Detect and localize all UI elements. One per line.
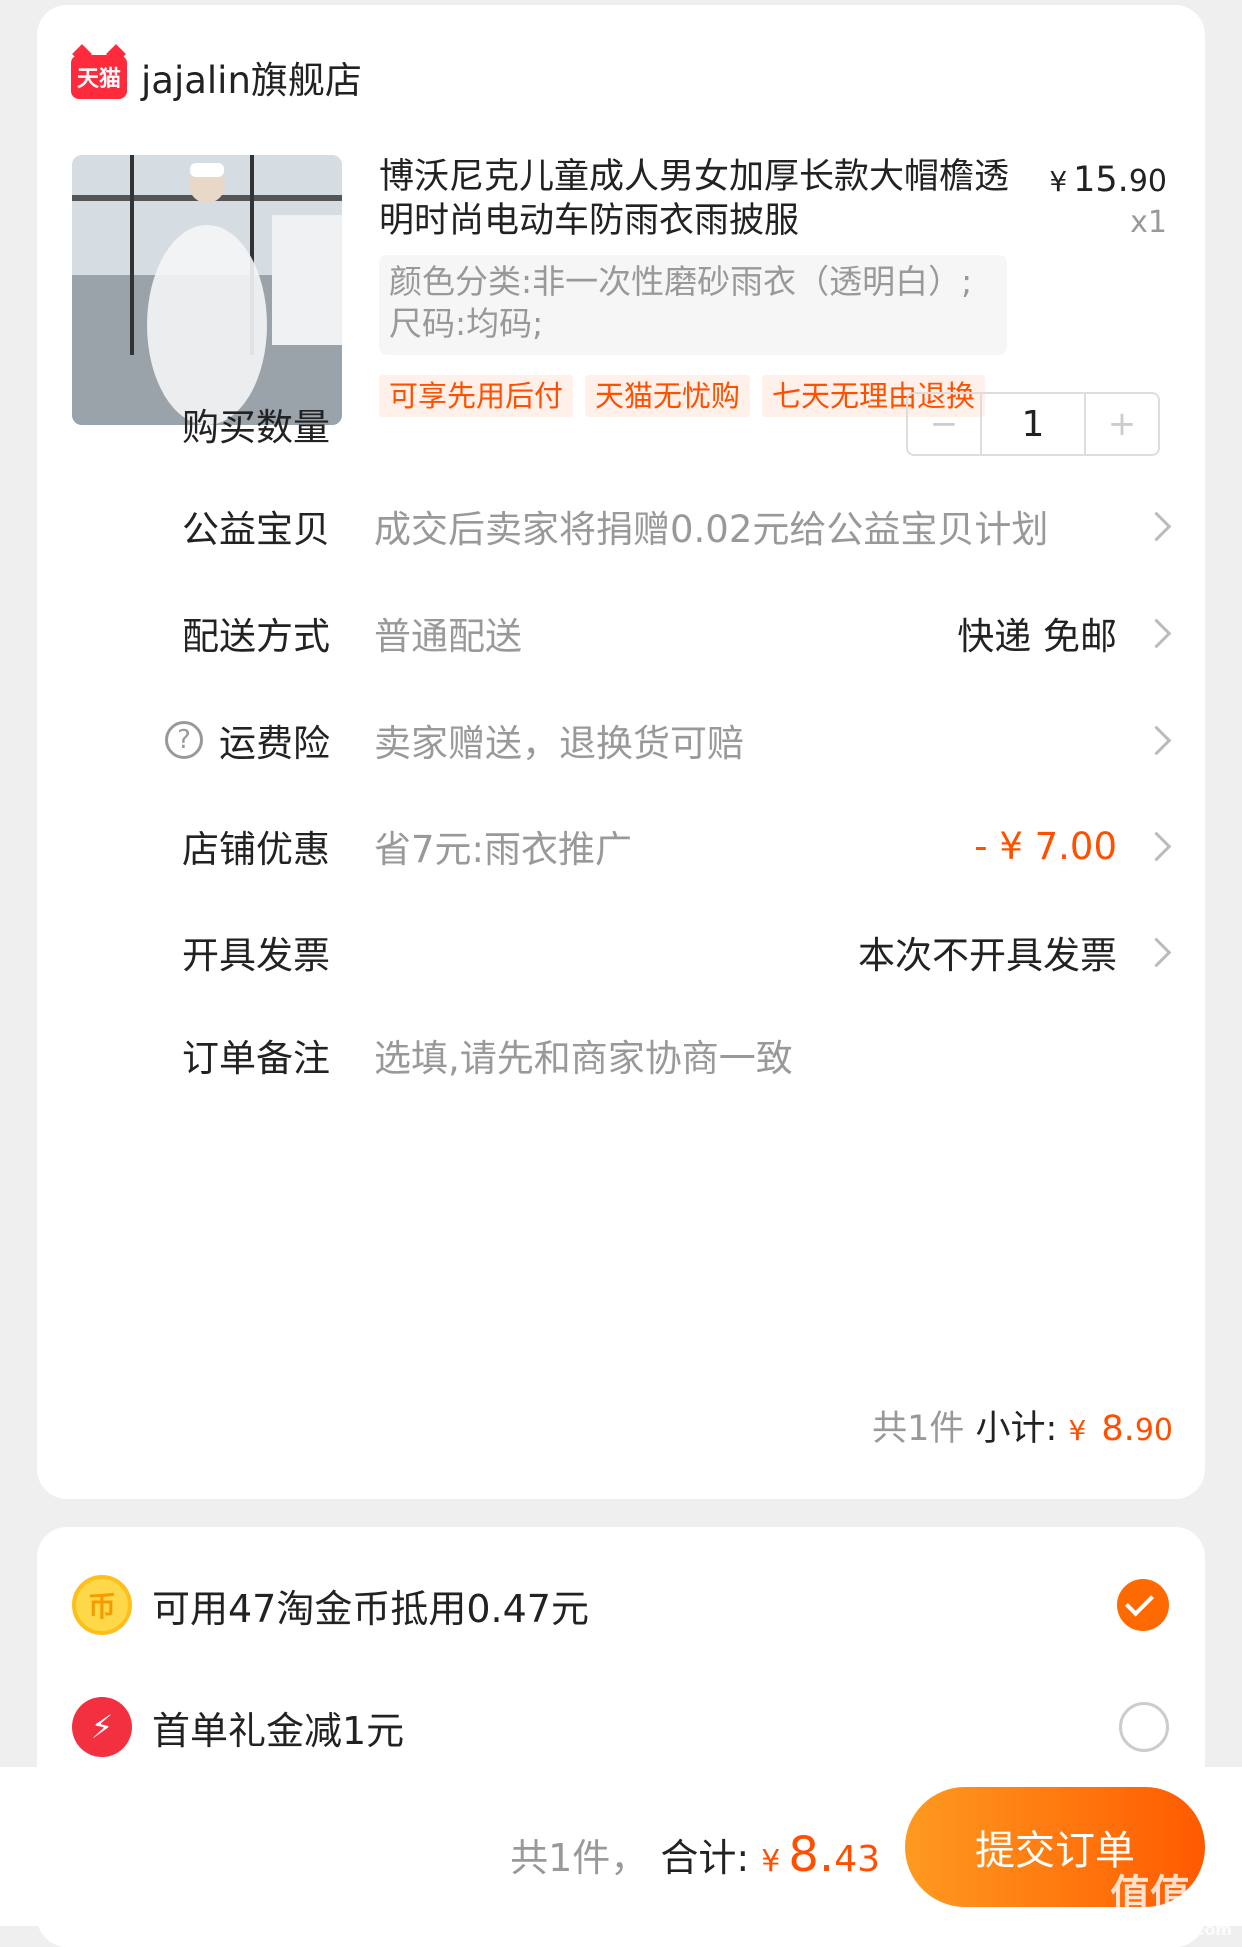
delivery-label: 配送方式 [182, 615, 330, 658]
order-note-label: 订单备注 [182, 1037, 330, 1080]
invoice-label: 开具发票 [182, 934, 330, 977]
watermark: 值值值 zhizhizhi.com [1110, 1862, 1232, 1939]
tmall-badge-text: 天猫 [76, 67, 121, 92]
quantity-value[interactable]: 1 [980, 394, 1086, 454]
insurance-desc: 卖家赠送，退换货可赔 [374, 722, 744, 765]
chevron-right-icon [1141, 511, 1172, 541]
chevron-right-icon [1141, 831, 1172, 861]
watermark-text: 值值值 [1110, 1872, 1231, 1918]
delivery-value: 快递 免邮 [957, 615, 1117, 658]
price-currency: ¥ [1049, 165, 1068, 198]
question-mark-icon[interactable]: ? [165, 721, 203, 759]
footer-int: 8. [788, 1827, 835, 1883]
charity-desc: 成交后卖家将捐赠0.02元给公益宝贝计划 [374, 508, 1049, 551]
subtotal-currency: ¥ [1068, 1414, 1087, 1447]
product-image[interactable] [72, 155, 342, 425]
insurance-row[interactable]: ? 运费险 卖家赠送，退换货可赔 [37, 705, 1205, 775]
checkbox-unchecked-icon[interactable] [1119, 1702, 1169, 1752]
product-price: ¥15.90 [1049, 160, 1167, 200]
footer-total: 共1件， 合计: ¥8.43 [510, 1827, 880, 1883]
chevron-right-icon [1141, 725, 1172, 755]
charity-row[interactable]: 公益宝贝 成交后卖家将捐赠0.02元给公益宝贝计划 [37, 491, 1205, 561]
delivery-row[interactable]: 配送方式 普通配送 快递 免邮 [37, 598, 1205, 668]
footer-total-amount: ¥8.43 [761, 1827, 880, 1883]
order-note-input[interactable]: 选填,请先和商家协商一致 [374, 1028, 793, 1082]
checkout-footer: 共1件， 合计: ¥8.43 提交订单 值值值 zhizhizhi.com [0, 1767, 1242, 1939]
coins-label: 可用47淘金币抵用0.47元 [152, 1586, 589, 1631]
price-int: 15. [1073, 160, 1129, 200]
store-name[interactable]: jajalin旗舰店 [141, 50, 362, 104]
chevron-right-icon [1141, 937, 1172, 967]
quantity-plus-button[interactable]: + [1086, 394, 1158, 454]
coins-option[interactable]: 币 可用47淘金币抵用0.47元 [37, 1565, 1205, 1645]
store-discount-label: 店铺优惠 [182, 828, 330, 871]
quantity-row: 购买数量 − 1 + [37, 389, 1205, 459]
watermark-sub: zhizhizhi.com [1110, 1920, 1232, 1939]
tmall-logo-icon: 天猫 [71, 55, 127, 99]
product-title[interactable]: 博沃尼克儿童成人男女加厚长款大帽檐透明时尚电动车防雨衣雨披服 [379, 155, 1019, 243]
subtotal-amount: ¥ 8.90 [1068, 1409, 1173, 1449]
product-quantity-mark: x1 [1130, 205, 1167, 240]
subtotal-count: 共1件 [872, 1409, 965, 1449]
first-order-label: 首单礼金减1元 [152, 1708, 405, 1753]
store-card: 天猫 jajalin旗舰店 博沃尼克儿童成人男女加厚长款大帽檐透明时尚电动车防雨… [37, 5, 1205, 1499]
quantity-label: 购买数量 [182, 406, 330, 449]
insurance-label: 运费险 [219, 722, 330, 765]
quantity-stepper: − 1 + [906, 392, 1160, 456]
store-header[interactable]: 天猫 jajalin旗舰店 [71, 47, 362, 107]
quantity-minus-button[interactable]: − [908, 394, 980, 454]
subtotal-label: 小计: [975, 1409, 1058, 1449]
order-note-row: 订单备注 选填,请先和商家协商一致 [37, 1020, 1205, 1090]
first-order-option[interactable]: ⚡ 首单礼金减1元 [37, 1687, 1205, 1767]
store-discount-row[interactable]: 店铺优惠 省7元:雨衣推广 - ¥ 7.00 [37, 811, 1205, 881]
product-sku[interactable]: 颜色分类:非一次性磨砂雨衣（透明白）;尺码:均码; [379, 255, 1007, 355]
footer-currency: ¥ [761, 1844, 781, 1879]
price-dec: 90 [1128, 164, 1167, 199]
chevron-right-icon [1141, 618, 1172, 648]
store-discount-value: - ¥ 7.00 [974, 824, 1117, 868]
store-discount-desc: 省7元:雨衣推广 [374, 828, 633, 871]
product-photo-icon [72, 155, 342, 425]
checkbox-checked-icon[interactable] [1117, 1579, 1169, 1631]
lightning-icon: ⚡ [72, 1697, 132, 1757]
footer-count: 共1件， [510, 1836, 649, 1880]
charity-label: 公益宝贝 [182, 508, 330, 551]
subtotal-dec: 90 [1134, 1413, 1173, 1448]
invoice-value: 本次不开具发票 [858, 934, 1117, 977]
footer-dec: 43 [834, 1839, 880, 1880]
footer-total-label: 合计: [660, 1836, 750, 1880]
subtotal-int: 8. [1090, 1409, 1135, 1449]
gold-coin-icon: 币 [72, 1575, 132, 1635]
delivery-desc: 普通配送 [374, 615, 522, 658]
invoice-row[interactable]: 开具发票 本次不开具发票 [37, 917, 1205, 987]
subtotal: 共1件 小计: ¥ 8.90 [872, 1400, 1173, 1451]
